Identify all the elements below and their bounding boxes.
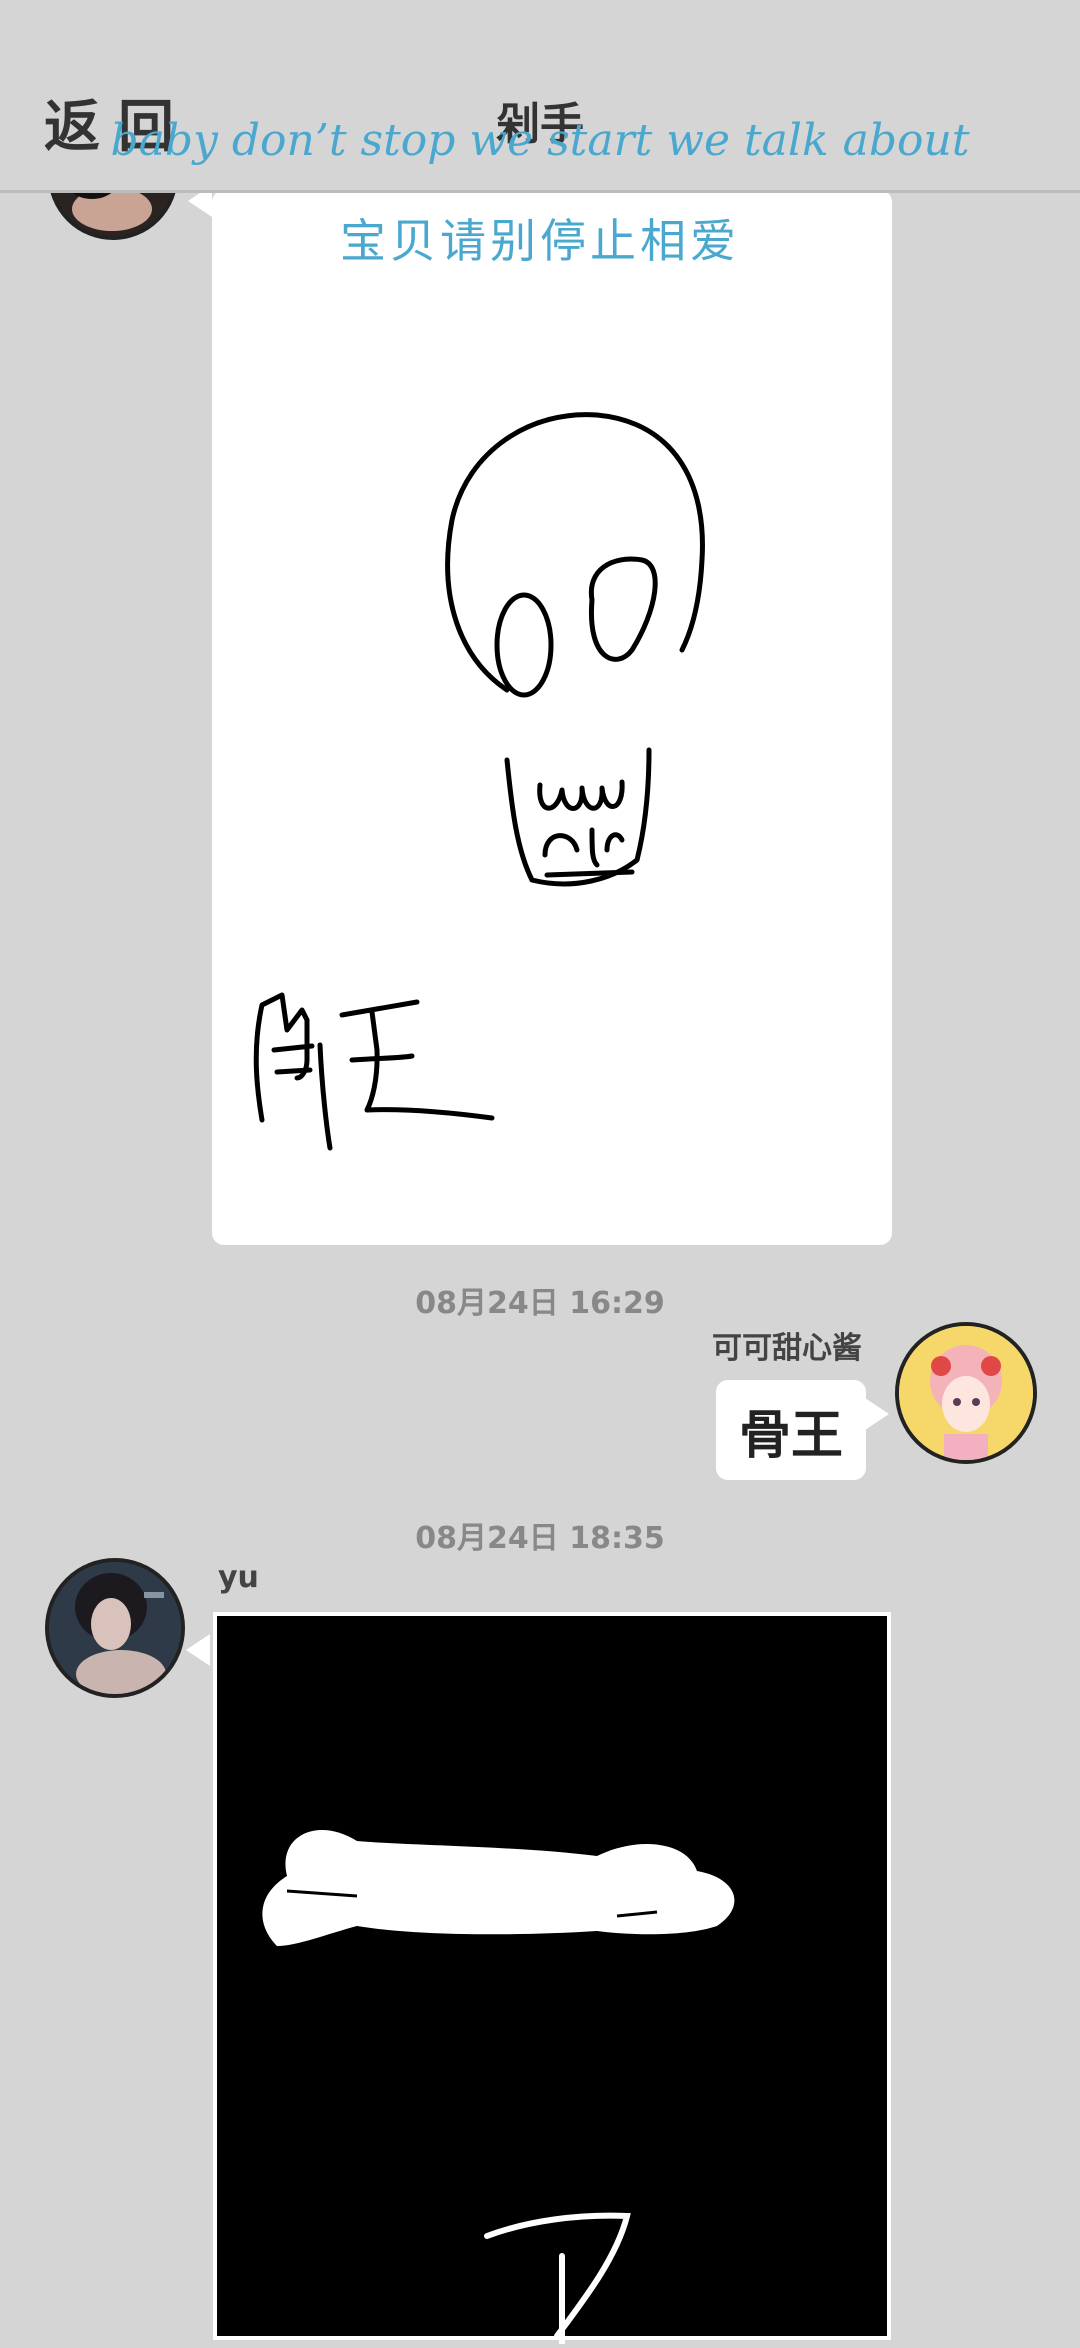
- lyric-line-1: baby don’t stop we start we talk about: [110, 115, 970, 166]
- chat-header: 返回 剁手 baby don’t stop we start we talk a…: [0, 0, 1080, 193]
- bubble-tail: [186, 1634, 210, 1666]
- skull-drawing: [253, 412, 705, 1151]
- avatar-other[interactable]: [45, 1558, 185, 1698]
- sender-name-other: yu: [218, 1560, 259, 1595]
- bone-drawing: [262, 1829, 735, 2347]
- avatar-image: [49, 1562, 181, 1694]
- avatar-image: [899, 1326, 1033, 1460]
- timestamp: 08月24日 18:35: [415, 1521, 665, 1556]
- bubble-tail: [865, 1398, 889, 1430]
- lyric-line-2: 宝贝请别停止相爱: [340, 214, 740, 268]
- timestamp: 08月24日 16:29: [415, 1286, 665, 1321]
- avatar-self[interactable]: [895, 1322, 1037, 1464]
- text-message-self[interactable]: 骨王: [716, 1380, 866, 1480]
- drawing-message-skull[interactable]: 骨王: [212, 190, 892, 1245]
- drawing-message-bone[interactable]: 骨: [213, 1612, 891, 2347]
- sender-name-self: 可可甜心酱: [712, 1331, 862, 1366]
